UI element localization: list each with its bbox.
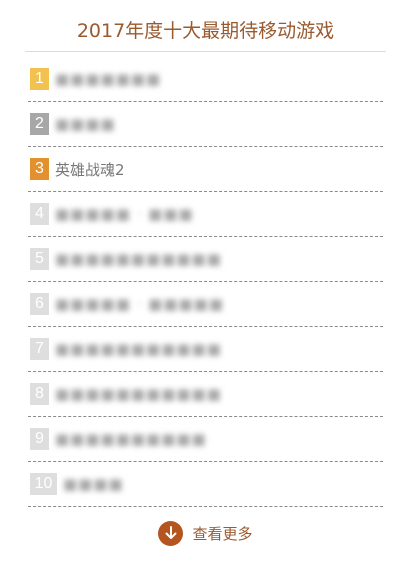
arrow-down-circle-icon xyxy=(158,520,184,546)
game-name-obscured: ■■■■ xyxy=(63,475,124,493)
ranking-item[interactable]: 1 ■■■■■■■ xyxy=(28,57,383,102)
panel-title: 2017年度十大最期待移动游戏 xyxy=(25,0,386,52)
ranking-item[interactable]: 4 ■■■■■ · ■■■ xyxy=(28,192,383,237)
game-name-obscured: ■■■■■ · ■■■ xyxy=(55,205,194,223)
ranking-item[interactable]: 9 ■■■■■■■■■■ xyxy=(28,417,383,462)
ranking-item[interactable]: 3 英雄战魂2 xyxy=(28,147,383,192)
ranking-panel: 2017年度十大最期待移动游戏 1 ■■■■■■■ 2 ■■■■ 3 英雄战魂2 4 ■■■■… xyxy=(0,0,411,566)
rank-badge: 2 xyxy=(30,113,49,135)
rank-badge: 10 xyxy=(30,473,57,495)
game-name-obscured: ■■■■■ · ■■■■■ xyxy=(55,295,225,313)
game-name-obscured: ■■■■■■■■■■■ xyxy=(55,385,222,403)
view-more-button[interactable]: 查看更多 xyxy=(28,509,383,557)
game-name-obscured: ■■■■■■■■■■■ xyxy=(55,340,222,358)
ranking-list: 1 ■■■■■■■ 2 ■■■■ 3 英雄战魂2 4 ■■■■■ · ■■■ 5 ■■■■■■■■… xyxy=(28,57,383,507)
rank-badge: 1 xyxy=(30,68,49,90)
game-name-obscured: ■■■■■■■ xyxy=(55,70,162,88)
ranking-item[interactable]: 8 ■■■■■■■■■■■ xyxy=(28,372,383,417)
game-name: 英雄战魂2 xyxy=(55,160,125,179)
rank-badge: 6 xyxy=(30,293,49,315)
rank-badge: 4 xyxy=(30,203,49,225)
view-more-label: 查看更多 xyxy=(192,524,253,543)
ranking-item[interactable]: 2 ■■■■ xyxy=(28,102,383,147)
rank-badge: 9 xyxy=(30,428,49,450)
ranking-item[interactable]: 7 ■■■■■■■■■■■ xyxy=(28,327,383,372)
game-name-obscured: ■■■■■■■■■■ xyxy=(55,430,207,448)
rank-badge: 5 xyxy=(30,248,49,270)
rank-badge: 8 xyxy=(30,383,49,405)
ranking-item[interactable]: 5 ■■■■■■■■■■■ xyxy=(28,237,383,282)
ranking-item[interactable]: 10 ■■■■ xyxy=(28,462,383,507)
arrow-down-glyph xyxy=(165,526,177,539)
ranking-item[interactable]: 6 ■■■■■ · ■■■■■ xyxy=(28,282,383,327)
game-name-obscured: ■■■■■■■■■■■ xyxy=(55,250,222,268)
rank-badge: 3 xyxy=(30,158,49,180)
game-name-obscured: ■■■■ xyxy=(55,115,116,133)
rank-badge: 7 xyxy=(30,338,49,360)
